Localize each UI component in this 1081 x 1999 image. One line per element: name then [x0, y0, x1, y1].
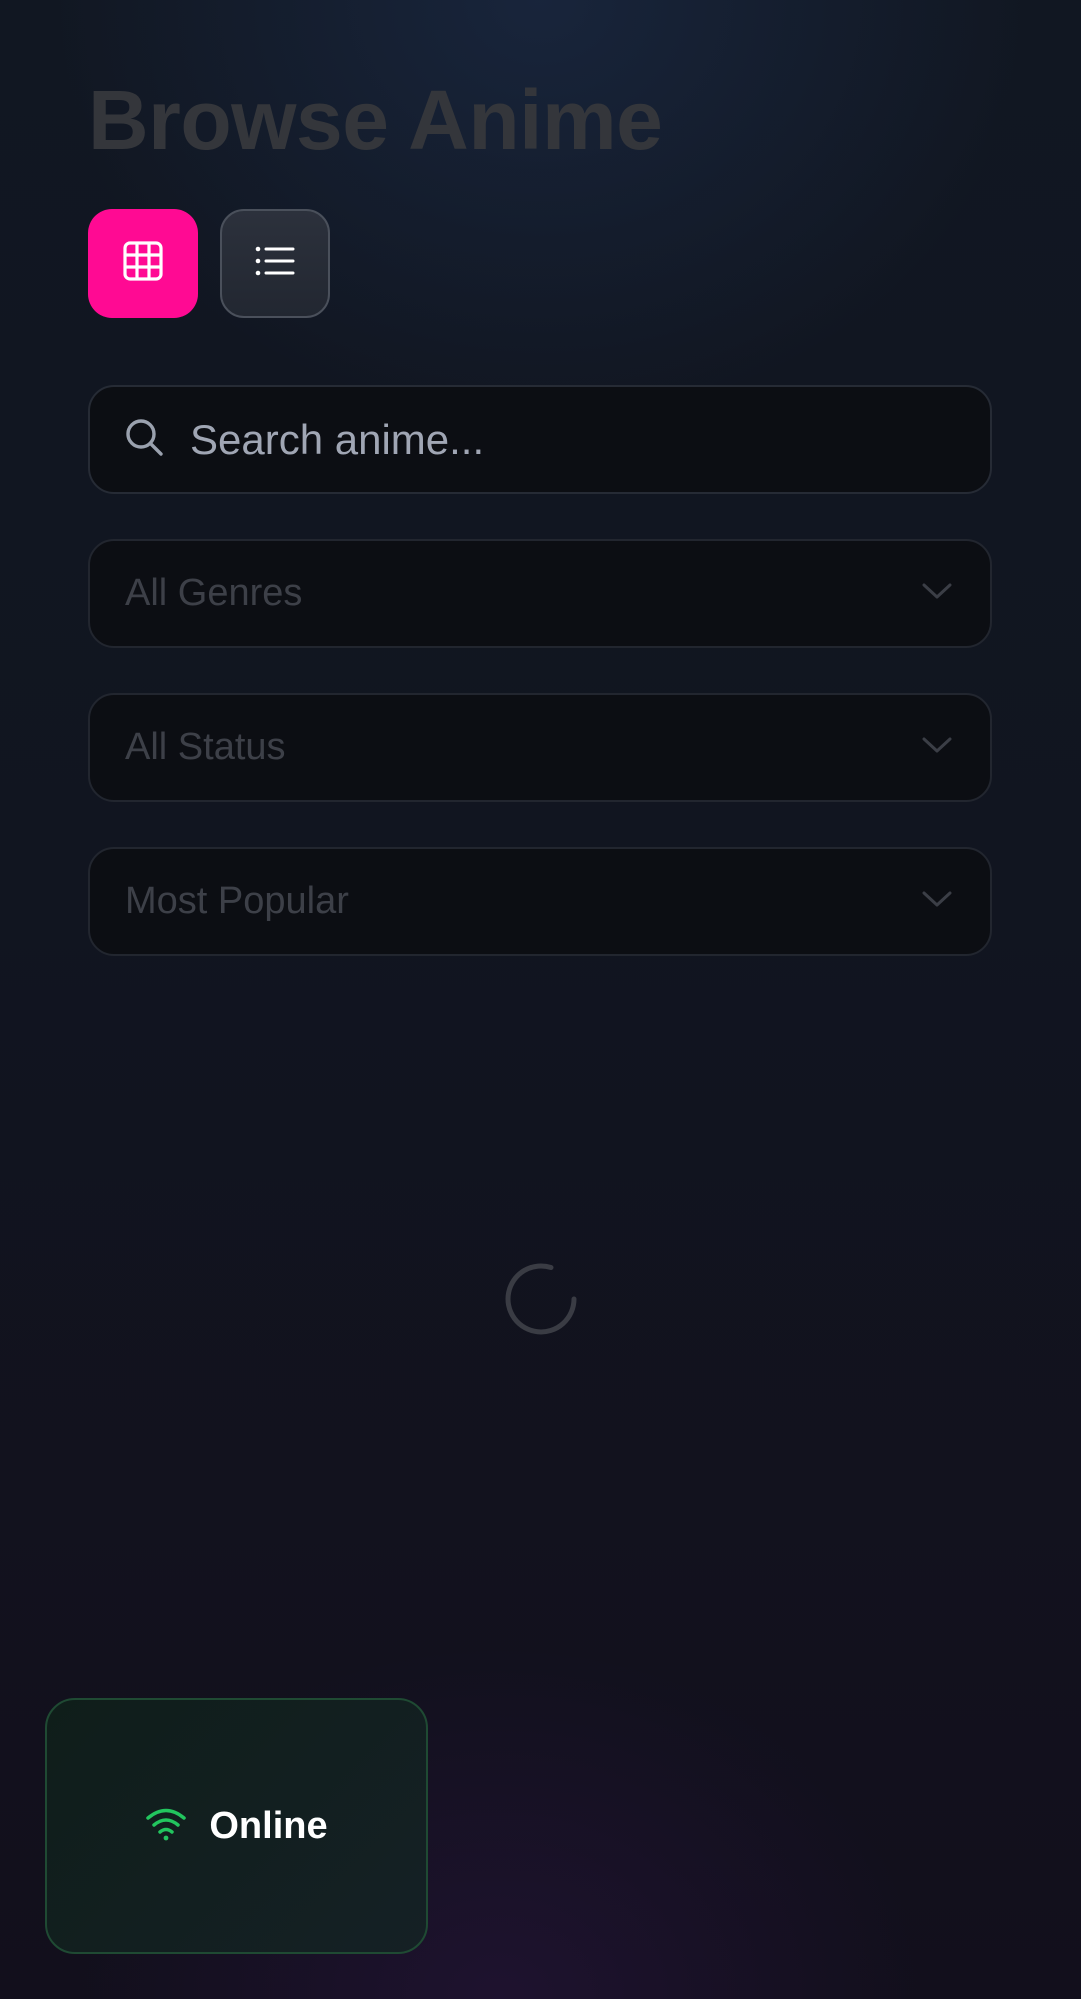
- chevron-down-icon: [922, 890, 952, 913]
- genre-select[interactable]: All Genres: [88, 539, 992, 648]
- search-box: [88, 385, 992, 494]
- grid-icon: [123, 241, 163, 286]
- search-icon: [124, 417, 164, 462]
- connection-status-label: Online: [209, 1804, 328, 1847]
- wifi-icon: [145, 1807, 187, 1846]
- list-view-button[interactable]: [220, 209, 330, 318]
- view-toggle: [88, 209, 330, 318]
- chevron-down-icon: [922, 736, 952, 759]
- connection-status: Online: [45, 1698, 428, 1954]
- sort-select-value: Most Popular: [125, 880, 349, 922]
- loading-spinner-icon: [504, 1262, 578, 1336]
- status-select[interactable]: All Status: [88, 693, 992, 802]
- grid-view-button[interactable]: [88, 209, 198, 318]
- sort-select[interactable]: Most Popular: [88, 847, 992, 956]
- chevron-down-icon: [922, 582, 952, 605]
- status-select-value: All Status: [125, 726, 286, 768]
- search-input[interactable]: [190, 415, 970, 464]
- genre-select-value: All Genres: [125, 572, 303, 614]
- page-title: Browse Anime: [88, 73, 663, 167]
- list-icon: [255, 245, 295, 282]
